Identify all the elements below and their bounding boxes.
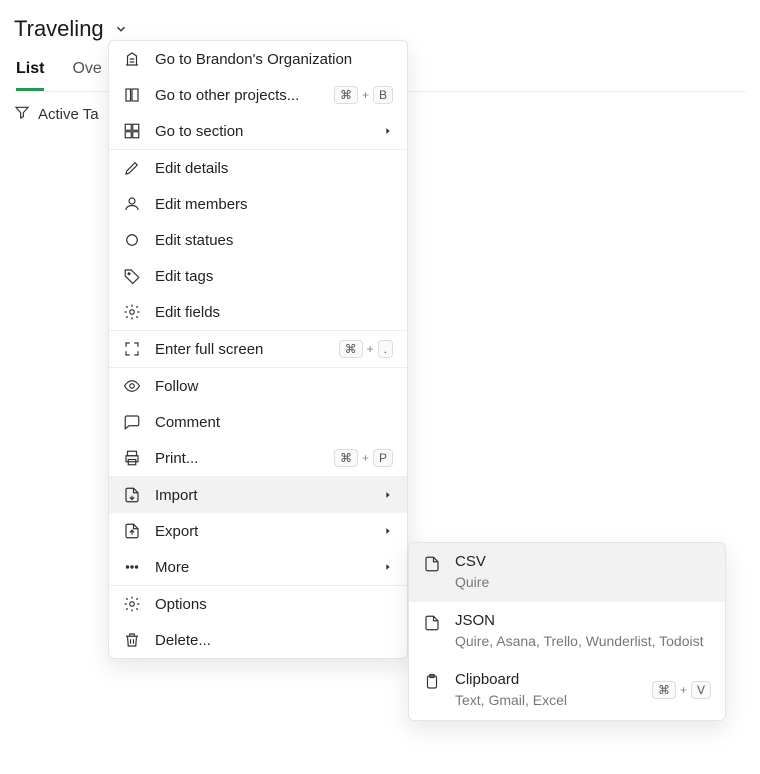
menu-label: Edit fields [155,304,393,321]
import-csv[interactable]: CSV Quire [409,543,725,602]
shortcut: ⌘ + . [339,340,393,358]
menu-label: Delete... [155,632,393,649]
menu-label: Comment [155,414,393,431]
chevron-right-icon [383,523,393,540]
menu-edit-tags[interactable]: Edit tags [109,258,407,294]
menu-edit-statues[interactable]: Edit statues [109,222,407,258]
chevron-right-icon [383,559,393,576]
menu-label: Edit details [155,160,393,177]
menu-label: More [155,559,369,576]
menu-export[interactable]: Export [109,513,407,549]
menu-comment[interactable]: Comment [109,404,407,440]
trash-icon [123,631,141,649]
project-context-menu: Go to Brandon's Organization Go to other… [108,40,408,659]
fullscreen-icon [123,340,141,358]
item-title: JSON [455,612,711,629]
filter-icon [14,104,30,124]
menu-label: Go to Brandon's Organization [155,51,393,68]
item-sub: Text, Gmail, Excel [455,692,638,708]
menu-go-other-projects[interactable]: Go to other projects... ⌘ + B [109,77,407,113]
menu-label: Go to section [155,123,369,140]
chevron-down-icon [114,16,128,42]
gear-icon [123,303,141,321]
shortcut: ⌘ + P [334,449,393,467]
menu-label: Enter full screen [155,341,325,358]
menu-label: Edit tags [155,268,393,285]
item-sub: Quire, Asana, Trello, Wunderlist, Todois… [455,633,711,649]
circle-icon [123,231,141,249]
projects-icon [123,86,141,104]
import-json[interactable]: JSON Quire, Asana, Trello, Wunderlist, T… [409,602,725,661]
menu-options[interactable]: Options [109,586,407,622]
menu-go-section[interactable]: Go to section [109,113,407,149]
menu-full-screen[interactable]: Enter full screen ⌘ + . [109,331,407,367]
chevron-right-icon [383,487,393,504]
tab-overview[interactable]: Ove [72,60,101,91]
item-title: CSV [455,553,711,570]
menu-edit-details[interactable]: Edit details [109,150,407,186]
menu-follow[interactable]: Follow [109,368,407,404]
menu-label: Go to other projects... [155,87,320,104]
menu-go-org[interactable]: Go to Brandon's Organization [109,41,407,77]
shortcut: ⌘ + V [652,681,711,699]
json-file-icon [423,614,441,632]
menu-delete[interactable]: Delete... [109,622,407,658]
item-sub: Quire [455,574,711,590]
project-dropdown[interactable]: Traveling [14,16,128,42]
menu-label: Edit members [155,196,393,213]
export-icon [123,522,141,540]
menu-label: Options [155,596,393,613]
building-icon [123,50,141,68]
comment-icon [123,413,141,431]
clipboard-icon [423,673,441,691]
import-icon [123,486,141,504]
menu-edit-members[interactable]: Edit members [109,186,407,222]
filter-label: Active Ta [38,106,99,123]
chevron-right-icon [383,123,393,140]
pencil-icon [123,159,141,177]
more-icon [123,558,141,576]
tab-list[interactable]: List [16,60,44,91]
menu-import[interactable]: Import [109,477,407,513]
menu-label: Follow [155,378,393,395]
import-clipboard[interactable]: Clipboard Text, Gmail, Excel ⌘ + V [409,661,725,720]
person-icon [123,195,141,213]
tag-icon [123,267,141,285]
print-icon [123,449,141,467]
csv-file-icon [423,555,441,573]
project-name: Traveling [14,16,104,42]
menu-edit-fields[interactable]: Edit fields [109,294,407,330]
menu-label: Edit statues [155,232,393,249]
menu-label: Import [155,487,369,504]
menu-label: Print... [155,450,320,467]
eye-icon [123,377,141,395]
menu-print[interactable]: Print... ⌘ + P [109,440,407,476]
shortcut: ⌘ + B [334,86,393,104]
menu-more[interactable]: More [109,549,407,585]
item-title: Clipboard [455,671,638,688]
import-submenu: CSV Quire JSON Quire, Asana, Trello, Wun… [408,542,726,721]
grid-icon [123,122,141,140]
gear-icon [123,595,141,613]
menu-label: Export [155,523,369,540]
